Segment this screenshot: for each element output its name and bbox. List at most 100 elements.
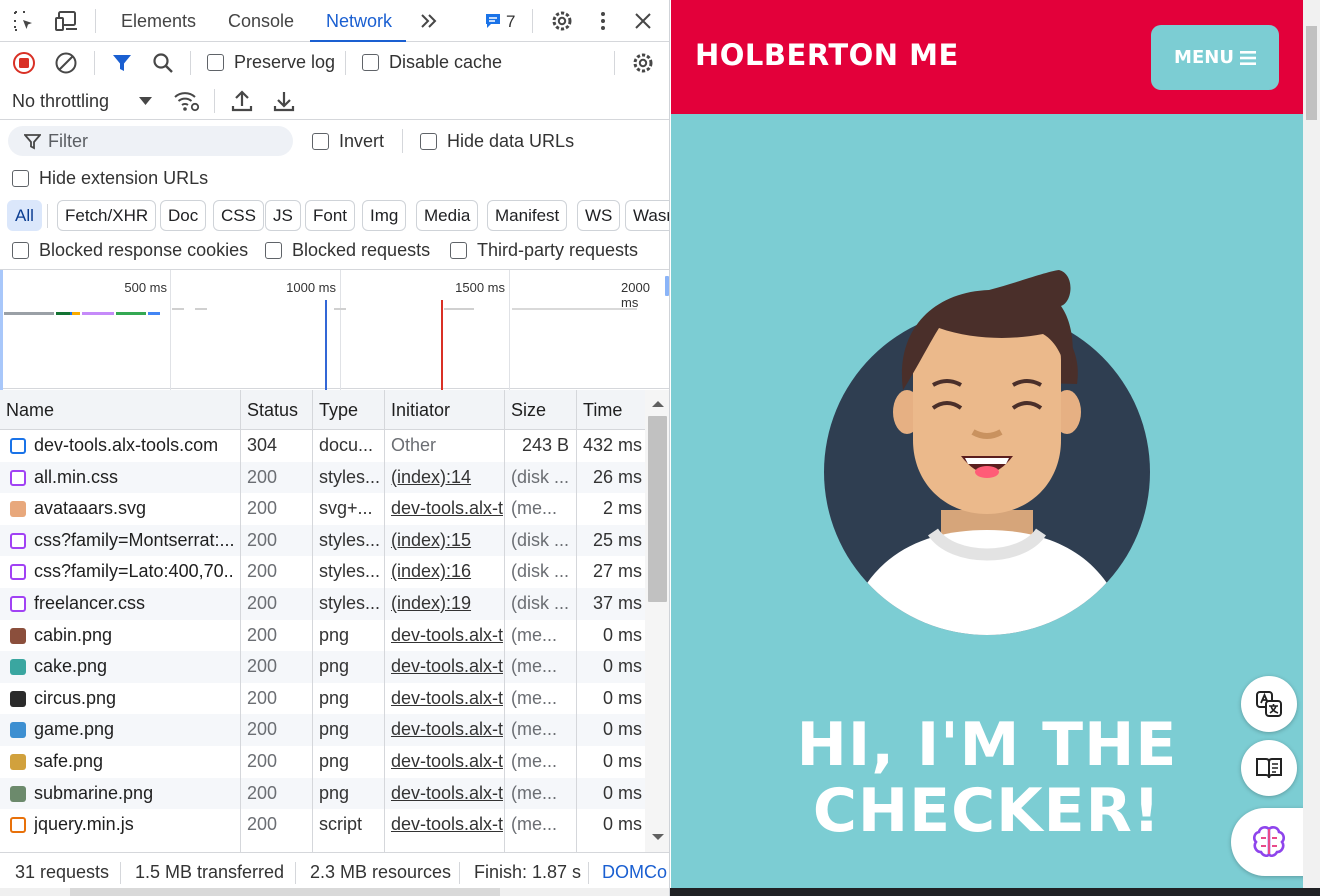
request-row[interactable]: cabin.png 200 png dev-tools.alx-t (me... 0 ms — [0, 620, 645, 652]
request-row[interactable]: jquery.min.js 200 script dev-tools.alx-t (me… — [0, 809, 645, 841]
type-filter-css[interactable]: CSS — [213, 200, 264, 231]
request-time: 0 ms — [602, 624, 642, 645]
preserve-log-checkbox[interactable] — [207, 54, 224, 71]
request-name: css?family=Lato:400,70... — [34, 561, 234, 582]
request-initiator[interactable]: dev-tools.alx-t — [391, 809, 503, 841]
reader-mode-button[interactable] — [1241, 740, 1297, 796]
stylesheet-icon — [10, 469, 26, 486]
request-name: cabin.png — [34, 624, 113, 645]
type-filter-font[interactable]: Font — [305, 200, 356, 231]
request-initiator[interactable]: dev-tools.alx-t — [391, 778, 503, 810]
type-filter-media[interactable]: Media — [416, 200, 479, 231]
scrollbar-thumb[interactable] — [648, 416, 667, 602]
type-filter-ws[interactable]: WS — [577, 200, 621, 231]
request-size: (me... — [511, 687, 558, 708]
request-row[interactable]: css?family=Montserrat:... 200 styles... (in… — [0, 524, 645, 557]
horizontal-scrollbar[interactable] — [0, 888, 669, 896]
request-initiator[interactable]: (index):14 — [391, 462, 503, 494]
request-initiator[interactable]: (index):16 — [391, 556, 503, 588]
scroll-up-icon[interactable] — [652, 400, 664, 408]
type-filter-all[interactable]: All — [7, 200, 42, 231]
scrollbar-thumb[interactable] — [1306, 26, 1317, 120]
search-icon[interactable] — [151, 51, 175, 75]
column-size[interactable]: Size — [505, 390, 546, 430]
column-name[interactable]: Name — [0, 390, 54, 430]
request-row[interactable]: game.png 200 png dev-tools.alx-t (me... 0 ms — [0, 714, 645, 746]
request-initiator[interactable]: dev-tools.alx-t — [391, 620, 503, 652]
import-har-icon[interactable] — [230, 88, 254, 114]
network-overview-timeline[interactable]: 500 ms 1000 ms 1500 ms 2000 ms — [0, 269, 669, 390]
request-time: 0 ms — [602, 782, 642, 803]
ai-assistant-button[interactable] — [1231, 808, 1303, 876]
page-scrollbar[interactable] — [1303, 0, 1320, 896]
request-initiator[interactable]: dev-tools.alx-t — [391, 683, 503, 715]
type-filter-fetch-xhr[interactable]: Fetch/XHR — [57, 200, 157, 231]
filter-input[interactable] — [48, 129, 278, 153]
export-har-icon[interactable] — [272, 88, 296, 114]
type-filter-wasm[interactable]: Wasm — [625, 200, 669, 231]
network-settings-gear-icon[interactable] — [631, 51, 655, 75]
throttling-select[interactable]: No throttling — [12, 91, 109, 112]
menu-button[interactable]: MENU — [1151, 25, 1279, 90]
hide-extension-urls-checkbox[interactable] — [12, 170, 29, 187]
issues-count[interactable]: 7 — [506, 12, 515, 32]
issues-icon[interactable] — [484, 12, 502, 30]
request-row[interactable]: submarine.png 200 png dev-tools.alx-t (me...… — [0, 777, 645, 810]
stop-recording-icon[interactable] — [12, 51, 36, 75]
column-status[interactable]: Status — [241, 390, 298, 430]
request-row[interactable]: avataaars.svg 200 svg+... dev-tools.alx-t (m… — [0, 493, 645, 525]
request-time: 0 ms — [602, 751, 642, 771]
network-conditions-icon[interactable] — [173, 88, 201, 114]
request-row[interactable]: freelancer.css 200 styles... (index):19 (dis… — [0, 588, 645, 620]
type-filter-manifest[interactable]: Manifest — [487, 200, 568, 231]
translate-button[interactable] — [1241, 676, 1297, 732]
request-row[interactable]: all.min.css 200 styles... (index):14 (disk .… — [0, 461, 645, 494]
third-party-checkbox[interactable] — [450, 242, 467, 259]
chevron-down-icon[interactable] — [138, 95, 152, 107]
request-row[interactable]: circus.png 200 png dev-tools.alx-t (me... 0 m… — [0, 683, 645, 715]
request-size: (disk ... — [511, 593, 570, 613]
request-initiator[interactable]: dev-tools.alx-t — [391, 714, 503, 746]
tab-network[interactable]: Network — [309, 0, 407, 42]
request-initiator[interactable]: dev-tools.alx-t — [391, 651, 503, 683]
request-initiator[interactable]: dev-tools.alx-t — [391, 493, 503, 525]
request-name: avataaars.svg — [34, 498, 147, 519]
type-filter-img[interactable]: Img — [362, 200, 407, 231]
navbar: HOLBERTON ME MENU — [671, 0, 1303, 114]
request-time: 0 ms — [602, 814, 642, 835]
settings-gear-icon[interactable] — [550, 9, 574, 33]
column-type[interactable]: Type — [313, 390, 358, 430]
request-initiator[interactable]: (index):15 — [391, 525, 503, 557]
filter-funnel-icon[interactable] — [110, 52, 134, 74]
tab-console[interactable]: Console — [228, 0, 294, 42]
request-initiator[interactable]: dev-tools.alx-t — [391, 746, 503, 778]
request-initiator[interactable]: (index):19 — [391, 588, 503, 620]
brand-logo-text[interactable]: HOLBERTON ME — [695, 38, 959, 72]
request-name: css?family=Montserrat:... — [34, 529, 234, 550]
filter-box[interactable] — [8, 126, 293, 156]
hide-data-urls-checkbox[interactable] — [420, 133, 437, 150]
clear-icon[interactable] — [54, 51, 78, 75]
column-initiator[interactable]: Initiator — [385, 390, 450, 430]
disable-cache-checkbox[interactable] — [362, 54, 379, 71]
more-options-icon[interactable] — [594, 9, 612, 33]
request-list-scrollbar[interactable] — [645, 390, 669, 852]
request-row[interactable]: dev-tools.alx-tools.com 304 docu... Other 24… — [0, 430, 645, 462]
column-time[interactable]: Time — [577, 390, 622, 430]
device-toolbar-icon[interactable] — [54, 9, 80, 33]
blocked-cookies-checkbox[interactable] — [12, 242, 29, 259]
close-devtools-icon[interactable] — [632, 10, 654, 32]
type-filter-js[interactable]: JS — [265, 200, 301, 231]
request-status: 200 — [247, 624, 278, 645]
scroll-down-icon[interactable] — [652, 833, 664, 841]
type-filter-doc[interactable]: Doc — [160, 200, 207, 231]
invert-checkbox[interactable] — [312, 133, 329, 150]
request-row[interactable]: css?family=Lato:400,70... 200 styles... (in… — [0, 556, 645, 588]
tab-elements[interactable]: Elements — [121, 0, 196, 42]
request-row[interactable]: safe.png 200 png dev-tools.alx-t (me... 0 ms — [0, 746, 645, 778]
more-tabs-icon[interactable] — [418, 10, 440, 32]
request-row[interactable]: cake.png 200 png dev-tools.alx-t (me... 0 ms — [0, 651, 645, 683]
inspect-element-icon[interactable] — [11, 9, 37, 33]
blocked-requests-checkbox[interactable] — [265, 242, 282, 259]
scrollbar-thumb[interactable] — [70, 888, 500, 896]
